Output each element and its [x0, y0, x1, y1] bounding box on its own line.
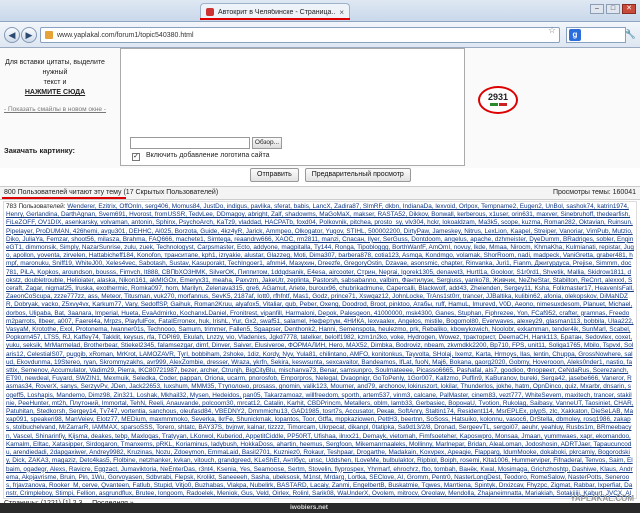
counter-bar-red — [498, 103, 507, 106]
address-toolbar: ◀ ▶ www.yaplakal.com/forum1/topic540380.… — [0, 22, 640, 48]
users-list-box: 783 Пользователей: Wenderer, Ezitrix, Of… — [3, 201, 637, 499]
search-field[interactable]: g — [566, 27, 626, 43]
site-watermark: YAPLAKAL.COM — [570, 494, 634, 503]
file-path-field[interactable] — [130, 137, 250, 149]
logo-checkbox-label: Включить добавление логотипа сайта — [146, 152, 270, 159]
page: Автокрит в Челябинске - Страница... × – … — [0, 0, 640, 513]
maximize-icon[interactable]: □ — [606, 4, 620, 14]
back-icon[interactable]: ◀ — [4, 27, 20, 43]
url-favicon-icon — [45, 31, 53, 39]
search-engine-icon[interactable]: g — [569, 29, 581, 41]
url-text: www.yaplakal.com/forum1/topic540380.html — [57, 31, 194, 39]
close-icon[interactable]: ✕ — [622, 4, 636, 14]
upload-image-label: Закачать картинку: — [4, 146, 76, 155]
send-button[interactable]: Отправить — [250, 168, 299, 182]
quote-hint-panel: Для вставки цитаты, выделите нужный текс… — [0, 58, 110, 113]
show-smileys-link[interactable]: - Показать смайлы в новом окне - — [0, 106, 110, 113]
counter-bar-green — [489, 103, 498, 106]
tab-strip: Автокрит в Челябинске - Страница... × – … — [0, 0, 640, 22]
char-counter-value: 2931 — [487, 92, 509, 102]
submit-buttons: Отправить Предварительный просмотр — [250, 168, 411, 182]
char-counter: 2931 — [478, 86, 518, 114]
bottom-watermark: iwobiers.net — [290, 504, 328, 511]
tab-title: Автокрит в Челябинске - Страница... — [218, 8, 336, 16]
readers-highlight-underline — [2, 197, 126, 199]
tab-highlight-underline — [200, 18, 350, 20]
window-controls: – □ ✕ — [590, 4, 636, 14]
site-favicon-icon — [206, 8, 214, 16]
forward-icon[interactable]: ▶ — [21, 27, 37, 43]
counter-bars — [480, 103, 516, 106]
quote-hint-line1: Для вставки цитаты, выделите нужный — [5, 59, 105, 76]
users-list: 783 Пользователей: Wenderer, Ezitrix, Of… — [6, 203, 634, 498]
logo-checkbox[interactable]: ✓ — [132, 153, 140, 161]
tab-close-icon[interactable]: × — [339, 8, 344, 17]
quote-insert-link[interactable]: НАЖМИТЕ СЮДА — [0, 88, 110, 98]
reply-editor-area: Для вставки цитаты, выделите нужный текс… — [0, 48, 640, 168]
star-icon[interactable]: ☆ — [548, 25, 556, 36]
browse-button[interactable]: Обзор... — [252, 137, 282, 149]
users-count: 783 Пользователей: — [6, 203, 66, 210]
url-field[interactable]: www.yaplakal.com/forum1/topic540380.html — [40, 27, 560, 43]
readers-title: 800 Пользователей читают эту тему (17 Ск… — [4, 189, 219, 196]
preview-button[interactable]: Предварительный просмотр — [304, 168, 411, 182]
users-names[interactable]: Wenderer, Ezitrix, OffOnIn, serg406, Mom… — [6, 203, 634, 498]
topic-views: Просмотры темы: 160041 — [552, 189, 636, 196]
wrench-icon[interactable]: 🔧 — [625, 29, 636, 40]
quote-hint-line2: текст и — [43, 79, 67, 86]
minimize-icon[interactable]: – — [590, 4, 604, 14]
